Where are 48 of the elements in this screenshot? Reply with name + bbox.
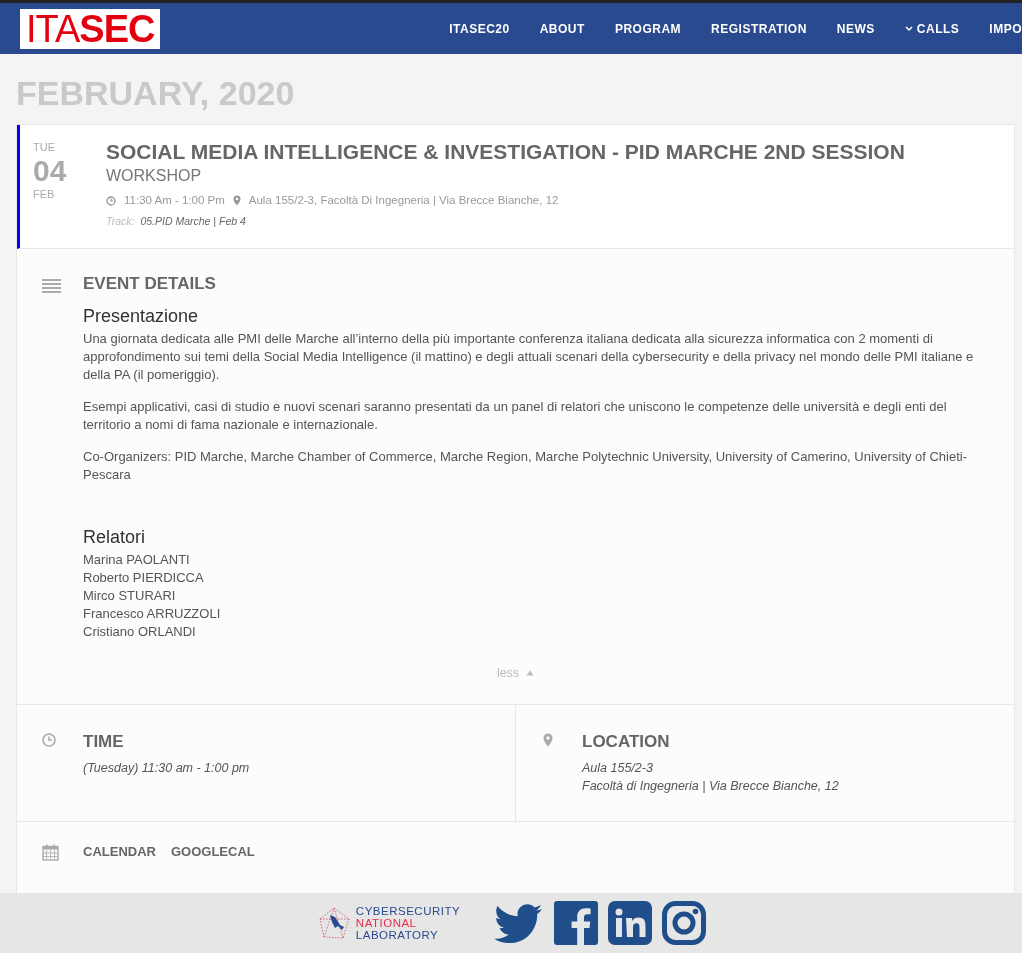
site-logo[interactable]: ITASEC (20, 8, 161, 49)
track-label: Track: (106, 214, 135, 230)
linkedin-icon[interactable] (608, 901, 653, 945)
event-day: 04 (33, 155, 106, 186)
event-title[interactable]: SOCIAL MEDIA INTELLIGENCE & INVESTIGATION - PID MARCHE 2ND SESSION (106, 139, 1014, 165)
info-text: Facoltà di Ingegneria | Via Brecce Bianche, 12 (582, 777, 839, 795)
map-pin-icon (232, 195, 241, 207)
paragraph: Co-Organizers: PID Marche, Marche Chamber of Commerce, Marche Region, Marche Polytechnic University, University of Camerino, University of Chieti-Pescara (83, 447, 969, 484)
chevron-down-icon (904, 25, 913, 32)
event-month: FEB (33, 186, 56, 202)
nav-link[interactable]: IMPO (974, 19, 1022, 38)
info-text: Aula 155/2-3 (582, 759, 654, 777)
twitter-bird-icon[interactable] (494, 901, 545, 943)
info-heading: LOCATION (582, 731, 671, 754)
nav-link[interactable]: ABOUT (524, 19, 600, 38)
speaker-name: Roberto PIERDICCA (83, 568, 205, 587)
clock-icon (42, 733, 56, 747)
speaker-name: Marina PAOLANTI (83, 550, 191, 569)
instagram-icon[interactable] (662, 901, 707, 945)
clock-icon (106, 195, 116, 206)
list-icon (42, 278, 61, 293)
section-heading: EVENT DETAILS (83, 273, 217, 296)
speaker-name: Mirco STURARI (83, 586, 177, 605)
nav-link[interactable]: REGISTRATION (696, 19, 822, 38)
caret-up-icon (526, 670, 535, 677)
event-weekday: TUE (33, 140, 56, 155)
subsection-heading: Relatori (83, 525, 147, 549)
event-time: 11:30 Am - 1:00 Pm (124, 193, 225, 209)
event-location: Aula 155/2-3, Facoltà Di Ingegneria | Via Brecce Bianche, 12 (248, 193, 559, 209)
map-pin-icon (541, 733, 555, 747)
paragraph: Una giornata dedicata alle PMI delle Marche all’interno della più importante conferenza italiana dedicata alla sicurezza informatica con 2 momenti di approfondimento sui temi della Social Media Intelligence (il mattino) e degli attuali scenari della cybersecurity e della privacy nel mondo delle PMI italiane e della PA (il pomeriggio). (83, 329, 975, 384)
speaker-name: Cristiano ORLANDI (83, 622, 197, 641)
lab-logo-text: CYBERSECURITY NATIONAL LABORATORY (355, 905, 461, 941)
info-text: (Tuesday) 11:30 am - 1:00 pm (83, 759, 250, 777)
nav-link[interactable]: PROGRAM (599, 19, 697, 38)
subsection-heading: Presentazione (83, 304, 200, 328)
facebook-icon[interactable] (554, 901, 599, 945)
nav-link[interactable]: CALLS (889, 19, 975, 38)
nav-link[interactable]: NEWS (821, 19, 890, 38)
paragraph: Esempi applicativi, casi di studio e nuovi scenari saranno presentati da un panel di relatori che uniscono le competenze delle università e degli enti del territorio a nomi di fama nazionale e internazionale. (83, 397, 948, 434)
calendar-icon (42, 844, 59, 861)
nav-link[interactable]: ITASEC20 (434, 19, 525, 38)
info-heading: TIME (83, 731, 125, 754)
event-type: WORKSHOP (106, 166, 203, 187)
track-link[interactable]: 05.PID Marche | Feb 4 (140, 214, 246, 231)
calendar-link[interactable]: GOOGLECAL (170, 841, 255, 862)
speaker-name: Francesco ARRUZZOLI (83, 604, 222, 623)
calendar-link[interactable]: CALENDAR (83, 841, 156, 862)
